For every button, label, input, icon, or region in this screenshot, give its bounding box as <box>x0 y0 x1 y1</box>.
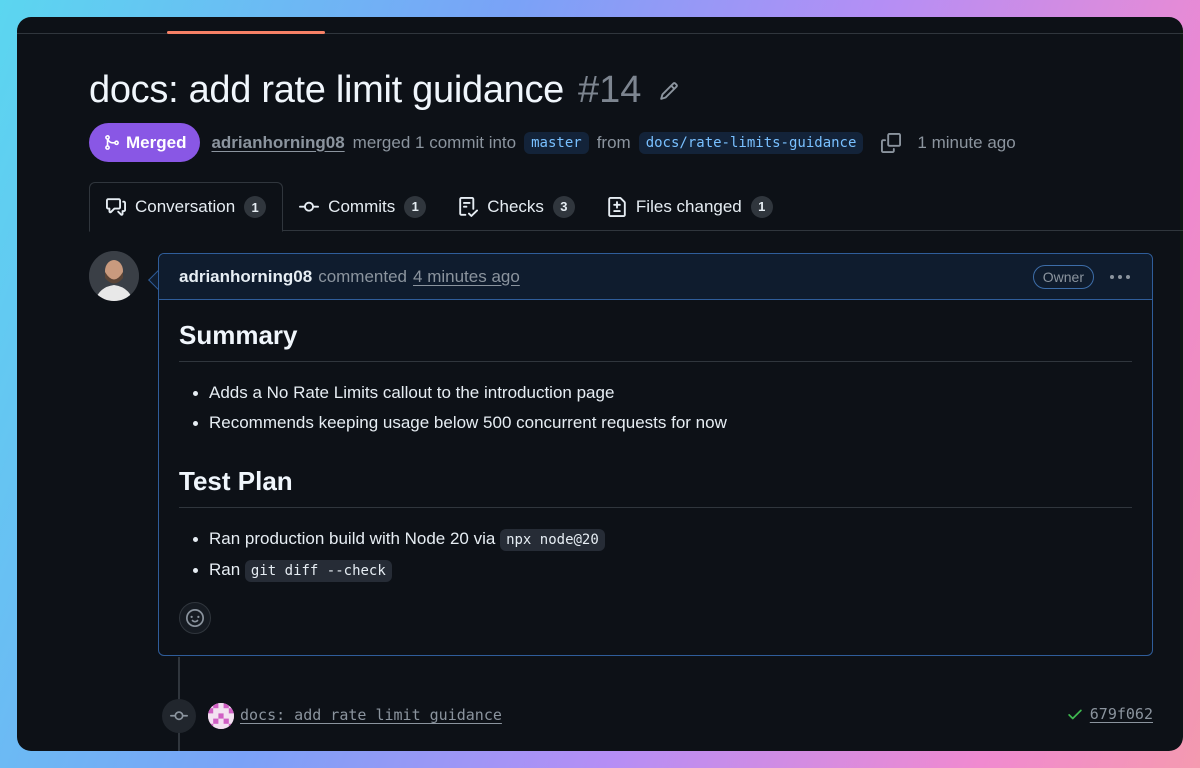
pr-tabs: Conversation 1 Commits 1 Checks 3 Files … <box>89 182 1183 232</box>
tab-checks-label: Checks <box>487 196 544 216</box>
kebab-horizontal-icon[interactable] <box>1108 267 1132 287</box>
list-item: Adds a No Rate Limits callout to the int… <box>189 378 1132 408</box>
copy-icon[interactable] <box>881 132 902 153</box>
merged-status-badge: Merged <box>89 123 201 162</box>
base-branch[interactable]: master <box>524 131 589 154</box>
commit-author-avatar[interactable] <box>208 703 234 729</box>
from-label: from <box>596 132 631 152</box>
summary-item-text: Adds a No Rate Limits callout to the int… <box>209 383 615 402</box>
git-commit-icon <box>170 711 188 721</box>
pr-title-row: docs: add rate limit guidance #14 <box>89 69 679 112</box>
commit-status: 679f062 <box>1066 705 1153 723</box>
comment-box: adrianhorning08 commented 4 minutes ago … <box>158 253 1153 656</box>
person-avatar-icon <box>89 251 139 301</box>
tab-commits-label: Commits <box>328 196 396 216</box>
checklist-icon <box>459 196 479 217</box>
summary-list: Adds a No Rate Limits callout to the int… <box>179 362 1132 452</box>
smiley-icon <box>186 609 204 627</box>
tab-files-changed[interactable]: Files changed 1 <box>591 182 789 231</box>
identicon-icon <box>208 703 234 729</box>
comment-header: adrianhorning08 commented 4 minutes ago … <box>159 254 1152 300</box>
file-diff-icon <box>608 196 626 217</box>
comment-action: commented <box>318 266 408 286</box>
tab-files-changed-count: 1 <box>750 195 773 218</box>
tab-commits-count: 1 <box>404 195 427 218</box>
owner-badge: Owner <box>1032 264 1094 289</box>
pencil-icon[interactable] <box>659 81 679 101</box>
author-avatar[interactable] <box>89 251 139 301</box>
list-item: Ran git diff --check <box>189 555 1132 586</box>
comment-body: Summary Adds a No Rate Limits callout to… <box>159 300 1152 600</box>
tab-conversation-count: 1 <box>244 196 267 218</box>
tab-conversation-label: Conversation <box>135 197 236 216</box>
tab-checks[interactable]: Checks 3 <box>442 182 591 231</box>
pr-number: #14 <box>578 69 642 111</box>
merge-time: 1 minute ago <box>917 132 1016 152</box>
inline-code: npx node@20 <box>500 529 605 551</box>
test-plan-heading: Test Plan <box>179 452 1132 508</box>
commit-node <box>162 699 196 733</box>
pr-window: docs: add rate limit guidance #14 Merged… <box>17 17 1183 751</box>
head-branch[interactable]: docs/rate-limits-guidance <box>638 131 864 154</box>
add-reaction-button[interactable] <box>179 602 211 634</box>
tab-commits[interactable]: Commits 1 <box>283 182 442 231</box>
tab-checks-count: 3 <box>552 195 575 218</box>
merged-label: Merged <box>126 132 187 152</box>
active-nav-underline <box>167 31 325 34</box>
pr-title: docs: add rate limit guidance <box>89 69 565 111</box>
git-commit-icon <box>299 201 320 212</box>
commit-sha-link[interactable]: 679f062 <box>1090 705 1153 723</box>
merge-description: merged 1 commit into <box>352 132 517 152</box>
inline-code: git diff --check <box>244 560 392 582</box>
summary-heading: Summary <box>179 300 1132 362</box>
pr-meta: Merged adrianhorning08 merged 1 commit i… <box>89 123 1016 162</box>
list-item: Recommends keeping usage below 500 concu… <box>189 408 1132 438</box>
comment-time[interactable]: 4 minutes ago <box>413 267 520 287</box>
git-merge-icon <box>105 135 119 150</box>
test-plan-item-text: Ran production build with Node 20 via <box>209 529 496 548</box>
pr-author-link[interactable]: adrianhorning08 <box>211 133 344 153</box>
tab-files-changed-label: Files changed <box>635 196 742 216</box>
list-item: Ran production build with Node 20 via np… <box>189 524 1132 555</box>
test-plan-list: Ran production build with Node 20 via np… <box>179 508 1132 600</box>
check-icon[interactable] <box>1066 705 1084 723</box>
commit-message-link[interactable]: docs: add rate limit guidance <box>240 706 502 724</box>
test-plan-item-text: Ran <box>209 560 241 579</box>
tab-conversation[interactable]: Conversation 1 <box>89 182 284 232</box>
comment-author[interactable]: adrianhorning08 <box>179 267 312 287</box>
comment-discussion-icon <box>106 198 126 216</box>
summary-item-text: Recommends keeping usage below 500 concu… <box>209 413 727 432</box>
